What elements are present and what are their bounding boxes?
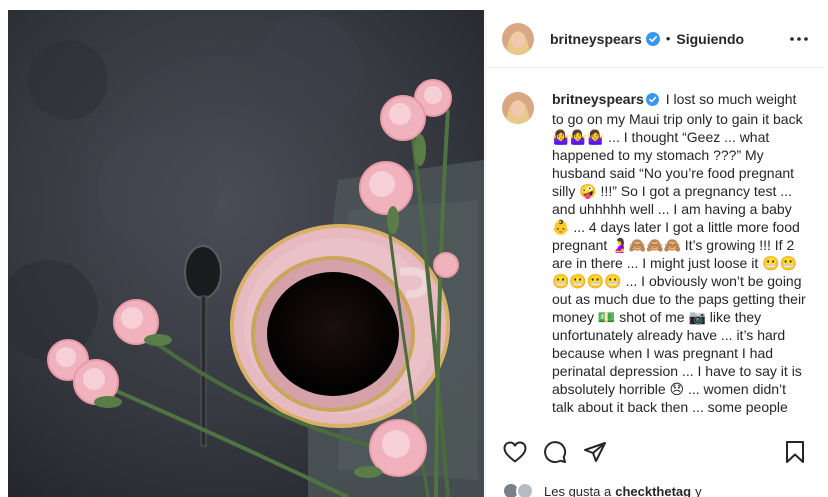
bookmark-icon[interactable] [782, 439, 808, 465]
post-side-panel: britneyspears • Siguiendo britneyspears … [485, 10, 824, 497]
comment-icon[interactable] [542, 439, 568, 465]
liker-avatars[interactable] [502, 482, 538, 497]
post-actions-bar [502, 437, 808, 467]
follow-status-button[interactable]: Siguiendo [676, 31, 744, 47]
likes-prefix: Les gusta a [544, 483, 612, 497]
post-photo-illustration [8, 10, 484, 497]
likes-summary: Les gusta a checkthetag y [502, 482, 702, 497]
header-separator: • [665, 31, 671, 46]
caption-body: I lost so much weight to go on my Maui t… [552, 91, 806, 415]
more-options-icon[interactable] [788, 28, 810, 50]
post-image[interactable] [8, 10, 484, 497]
caption-text-block: britneyspears I lost so much weight to g… [552, 90, 808, 420]
liker-avatar [516, 482, 534, 497]
caption-avatar-image [502, 92, 534, 124]
caption-verified-badge-icon [645, 92, 659, 110]
share-icon[interactable] [582, 439, 608, 465]
post-header: britneyspears • Siguiendo [486, 10, 824, 68]
caption-username[interactable]: britneyspears [552, 91, 644, 107]
heart-icon[interactable] [502, 439, 528, 465]
caption-area: britneyspears I lost so much weight to g… [502, 90, 814, 420]
profile-avatar[interactable] [502, 22, 534, 55]
likes-user-link[interactable]: checkthetag [615, 484, 691, 497]
post-author-username[interactable]: britneyspears [550, 31, 642, 47]
caption-avatar[interactable] [502, 92, 534, 124]
avatar-image [502, 22, 534, 55]
likes-suffix: y [695, 483, 702, 497]
verified-badge-icon [645, 31, 660, 46]
instagram-post-view: britneyspears • Siguiendo britneyspears … [0, 0, 828, 497]
